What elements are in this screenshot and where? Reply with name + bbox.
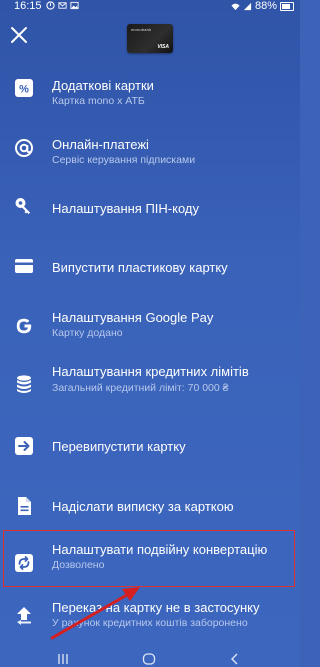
- header: monobank VISA: [0, 14, 300, 60]
- recents-icon[interactable]: [56, 653, 70, 665]
- card-network: VISA: [157, 44, 169, 50]
- menu-item-title: Налаштування Google Pay: [52, 310, 214, 325]
- image-icon: [70, 1, 79, 10]
- menu-item-title: Налаштування кредитних лімітів: [52, 364, 249, 379]
- menu-item-send-statement[interactable]: Надіслати виписку за карткою: [0, 480, 300, 536]
- menu-item-credit-limits[interactable]: Налаштування кредитних лімітів Загальний…: [0, 360, 300, 416]
- svg-text:%: %: [19, 84, 29, 96]
- card-brand: monobank: [131, 27, 152, 32]
- menu-item-subtitle: Загальний кредитний ліміт: 70 000 ₴: [52, 382, 229, 394]
- card-thumbnail[interactable]: monobank VISA: [127, 24, 173, 53]
- at-icon: [12, 136, 36, 160]
- status-time: 16:15: [14, 0, 42, 12]
- back-icon[interactable]: [229, 653, 241, 665]
- menu-item-title: Переказ на картку не в застосунку: [52, 600, 260, 615]
- menu-item-google-pay[interactable]: Налаштування Google Pay Картку додано: [0, 300, 300, 356]
- menu-item-subtitle: У рахунок кредитних коштів заборонено: [52, 617, 248, 629]
- menu-item-title: Налаштування ПІН-коду: [52, 201, 199, 216]
- document-icon: [12, 494, 36, 518]
- menu-item-title: Перевипустити картку: [52, 439, 186, 454]
- mail-icon: [58, 2, 67, 9]
- conversion-icon: [12, 551, 36, 575]
- status-notifications: [46, 1, 79, 10]
- menu-item-issue-plastic-card[interactable]: Випустити пластикову картку: [0, 240, 300, 296]
- battery-percent: 88%: [254, 0, 277, 12]
- menu-item-title: Додаткові картки: [52, 78, 154, 93]
- menu-item-title: Онлайн-платежі: [52, 137, 149, 152]
- key-icon: [12, 194, 36, 218]
- wifi-icon: [231, 3, 240, 10]
- transfer-icon: [12, 604, 36, 628]
- status-bar: 16:15 88%: [0, 0, 300, 14]
- card-icon: [12, 254, 36, 278]
- menu-item-subtitle: Сервіс керування підписками: [52, 154, 196, 166]
- menu-item-title: Надіслати виписку за карткою: [52, 499, 234, 514]
- menu-item-subtitle: Картка mono x АТБ: [52, 95, 145, 107]
- menu-item-title: Налаштувати подвійну конвертацію: [52, 542, 268, 557]
- signal-icon: [243, 2, 252, 10]
- menu-item-external-transfer[interactable]: Переказ на картку не в застосунку У раху…: [0, 596, 300, 652]
- menu-item-subtitle: Дозволено: [52, 559, 105, 571]
- google-icon: [12, 314, 36, 338]
- notification-icon: [46, 1, 55, 10]
- menu-item-title: Випустити пластикову картку: [52, 260, 228, 275]
- coins-icon: [12, 372, 36, 396]
- reissue-icon: [12, 434, 36, 458]
- menu-item-reissue-card[interactable]: Перевипустити картку: [0, 420, 300, 476]
- percent-icon: %: [12, 76, 36, 100]
- close-icon[interactable]: [6, 22, 32, 48]
- menu-item-online-payments[interactable]: Онлайн-платежі Сервіс керування підписка…: [0, 120, 300, 176]
- menu-item-subtitle: Картку додано: [52, 327, 123, 339]
- card-settings-screen: 16:15 88% monobank VISA % Додаткові карт…: [0, 0, 300, 667]
- menu-item-pin-settings[interactable]: Налаштування ПІН-коду: [0, 180, 300, 236]
- status-system: 88%: [231, 0, 294, 12]
- battery-icon: [280, 1, 294, 11]
- menu-item-double-conversion[interactable]: Налаштувати подвійну конвертацію Дозволе…: [0, 540, 300, 596]
- navigation-bar: [0, 650, 300, 667]
- home-icon[interactable]: [142, 653, 156, 665]
- menu-item-additional-cards[interactable]: % Додаткові картки Картка mono x АТБ: [0, 60, 300, 116]
